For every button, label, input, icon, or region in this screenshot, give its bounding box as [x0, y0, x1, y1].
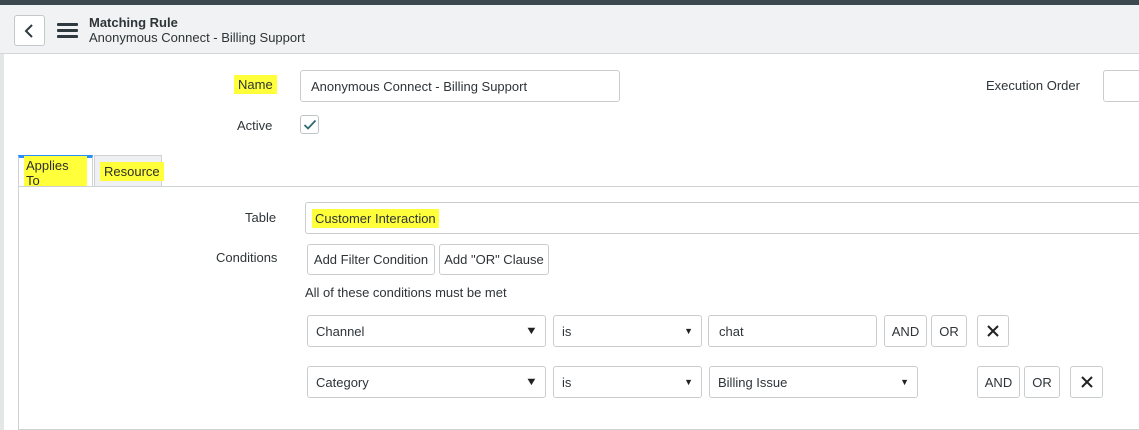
name-field-value: Anonymous Connect - Billing Support: [311, 78, 528, 94]
condition-1-field-value: Channel: [316, 323, 365, 339]
table-field[interactable]: Customer Interaction: [305, 202, 1139, 234]
execution-order-label: Execution Order: [986, 78, 1080, 93]
condition-1-value-text: chat: [719, 323, 744, 339]
tab-resource[interactable]: Resource: [94, 155, 164, 186]
caret-down-icon: ▼: [684, 377, 693, 387]
active-label: Active: [237, 118, 273, 133]
name-label: Name: [234, 75, 277, 94]
caret-down-icon: ▼: [525, 376, 539, 388]
active-checkbox[interactable]: [300, 115, 319, 134]
header-subtitle: Anonymous Connect - Billing Support: [89, 30, 306, 45]
condition-1-or-button[interactable]: OR: [931, 315, 967, 347]
conditions-label: Conditions: [216, 250, 278, 265]
condition-2-and-button[interactable]: AND: [977, 366, 1020, 398]
back-button[interactable]: [14, 15, 45, 46]
name-field[interactable]: Anonymous Connect - Billing Support: [300, 70, 620, 102]
check-icon: [303, 119, 317, 130]
condition-2-operator-value: is: [562, 374, 572, 390]
condition-1-field-select[interactable]: Channel ▼: [307, 315, 546, 347]
condition-2-or-button[interactable]: OR: [1024, 366, 1060, 398]
hamburger-menu-icon[interactable]: [57, 23, 78, 39]
close-icon: [987, 325, 999, 337]
condition-2-field-value: Category: [316, 374, 369, 390]
condition-1-operator-select[interactable]: is ▼: [553, 315, 702, 347]
condition-1-value-input[interactable]: chat: [708, 315, 877, 347]
caret-down-icon: ▼: [684, 326, 693, 336]
header-title: Matching Rule: [89, 15, 178, 30]
execution-order-field[interactable]: [1103, 70, 1139, 102]
condition-2-operator-select[interactable]: is ▼: [553, 366, 702, 398]
condition-2-field-select[interactable]: Category ▼: [307, 366, 546, 398]
condition-2-remove-button[interactable]: [1070, 366, 1103, 398]
conditions-note: All of these conditions must be met: [305, 285, 507, 300]
tab-applies-to[interactable]: Applies To: [18, 155, 93, 190]
add-filter-condition-button[interactable]: Add Filter Condition: [307, 244, 435, 275]
condition-1-operator-value: is: [562, 323, 572, 339]
tab-resource-label: Resource: [100, 161, 164, 181]
caret-down-icon: ▼: [900, 377, 909, 387]
chevron-left-icon: [24, 24, 33, 38]
name-label-text: Name: [234, 75, 277, 94]
condition-1-remove-button[interactable]: [977, 315, 1009, 347]
table-field-value: Customer Interaction: [312, 208, 439, 228]
left-edge: [0, 54, 4, 430]
close-icon: [1080, 376, 1093, 388]
condition-2-value-select[interactable]: Billing Issue ▼: [709, 366, 918, 398]
condition-2-value-text: Billing Issue: [718, 374, 788, 390]
tab-applies-to-label: Applies To: [24, 155, 87, 190]
condition-1-and-button[interactable]: AND: [884, 315, 927, 347]
add-or-clause-button[interactable]: Add "OR" Clause: [439, 244, 549, 275]
table-label: Table: [245, 210, 277, 225]
caret-down-icon: ▼: [525, 325, 539, 337]
form-header: Matching Rule Anonymous Connect - Billin…: [0, 5, 1139, 54]
